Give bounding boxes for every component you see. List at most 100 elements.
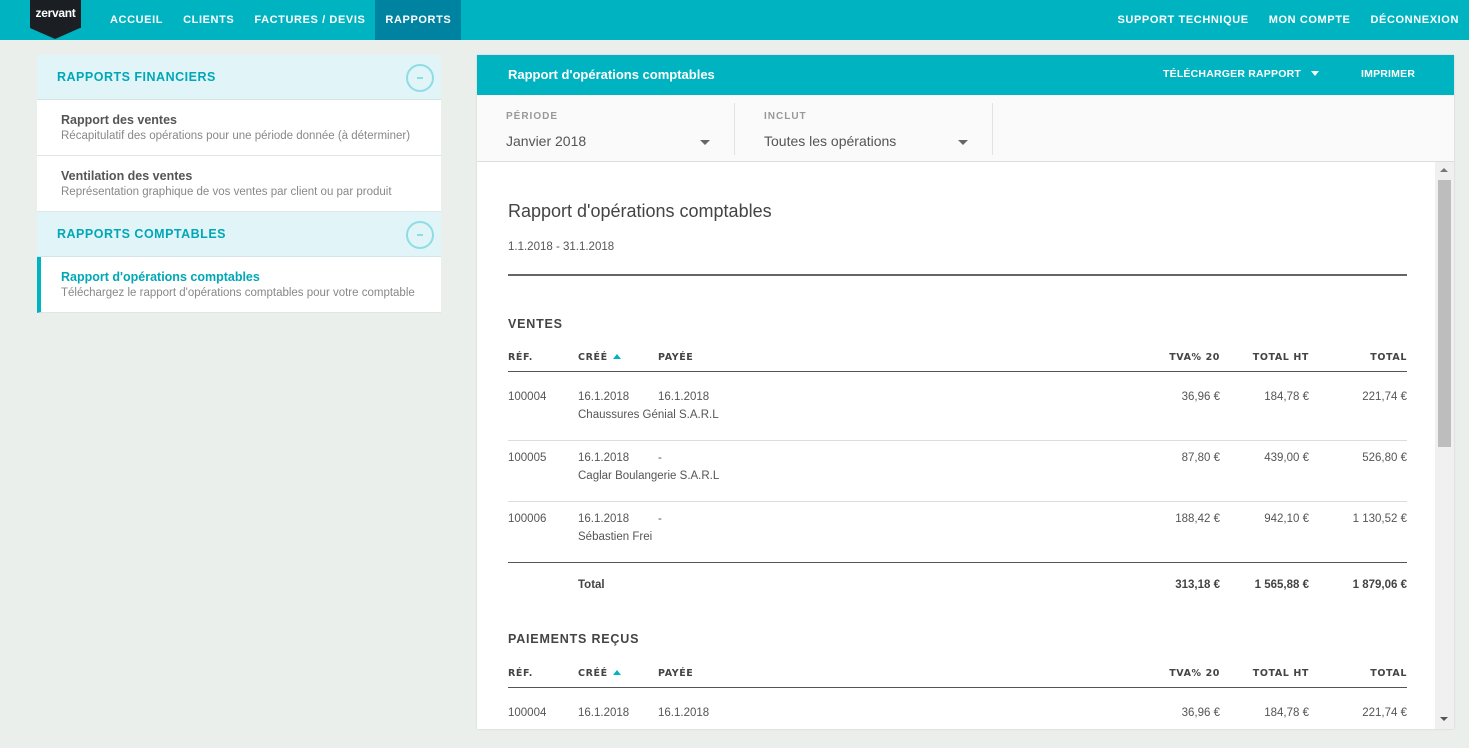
period-select[interactable]: PÉRIODE Janvier 2018 xyxy=(477,103,735,155)
cell-vat: 87,80 € xyxy=(1181,452,1220,464)
scrollbar-thumb[interactable] xyxy=(1438,180,1451,447)
sidebar-item-title: Ventilation des ventes xyxy=(61,169,193,183)
main-nav: ACCUEIL CLIENTS FACTURES / DEVIS RAPPORT… xyxy=(100,0,462,40)
sidebar-item-ventilation-ventes[interactable]: Ventilation des ventes Représentation gr… xyxy=(37,156,441,212)
col-created-label: CRÉÉ xyxy=(578,668,608,679)
sidebar-item-description: Récapitulatif des opérations pour une pé… xyxy=(61,130,411,142)
col-total-ht[interactable]: TOTAL HT xyxy=(1228,352,1309,363)
group-title: RAPPORTS COMPTABLES xyxy=(57,227,226,241)
cell-created: 16.1.2018 xyxy=(578,513,630,525)
sidebar-item-rapport-ventes[interactable]: Rapport des ventes Récapitulatif des opé… xyxy=(37,100,441,156)
period-label: PÉRIODE xyxy=(506,111,559,122)
cell-vat: 36,96 € xyxy=(1181,391,1220,403)
col-paid[interactable]: PAYÉE xyxy=(658,668,693,679)
header-rule xyxy=(508,371,1407,372)
period-value: Janvier 2018 xyxy=(506,133,587,149)
col-total[interactable]: TOTAL xyxy=(1318,352,1407,363)
sort-ascending-icon xyxy=(612,670,621,675)
sales-section-title: VENTES xyxy=(508,317,563,331)
sidebar-item-description: Téléchargez le rapport d'opérations comp… xyxy=(61,287,415,299)
nav-mon-compte[interactable]: MON COMPTE xyxy=(1249,0,1351,40)
scroll-down-arrow-icon[interactable] xyxy=(1440,717,1448,721)
includes-select[interactable]: INCLUT Toutes les opérations xyxy=(735,103,993,155)
top-navigation: zervant ACCUEIL CLIENTS FACTURES / DEVIS… xyxy=(0,0,1469,40)
cell-total: 221,74 € xyxy=(1362,391,1407,403)
cell-paid: 16.1.2018 xyxy=(658,707,710,719)
totals-rule xyxy=(508,562,1407,563)
sort-ascending-icon xyxy=(612,354,621,359)
minus-circle-icon[interactable] xyxy=(406,64,434,92)
nav-accueil[interactable]: ACCUEIL xyxy=(100,0,173,40)
nav-clients[interactable]: CLIENTS xyxy=(173,0,244,40)
report-title: Rapport d'opérations comptables xyxy=(508,201,772,221)
col-total-ht[interactable]: TOTAL HT xyxy=(1228,668,1309,679)
cell-client: Chaussures Génial S.A.R.L xyxy=(578,409,719,421)
report-date-range: 1.1.2018 - 31.1.2018 xyxy=(508,241,615,253)
group-title: RAPPORTS FINANCIERS xyxy=(57,70,216,84)
divider xyxy=(508,274,1407,276)
cell-ref: 100004 xyxy=(508,707,547,719)
account-nav: SUPPORT TECHNIQUE MON COMPTE DÉCONNEXION xyxy=(1098,0,1460,40)
col-created[interactable]: CRÉÉ xyxy=(578,352,621,363)
includes-value: Toutes les opérations xyxy=(764,133,897,149)
cell-total: 1 130,52 € xyxy=(1352,513,1407,525)
col-total[interactable]: TOTAL xyxy=(1318,668,1407,679)
filters-bar: PÉRIODE Janvier 2018 INCLUT Toutes les o… xyxy=(477,95,1454,162)
col-paid[interactable]: PAYÉE xyxy=(658,352,693,363)
cell-paid: 16.1.2018 xyxy=(658,391,710,403)
caret-down-icon xyxy=(958,140,968,145)
caret-down-icon xyxy=(700,140,710,145)
row-divider xyxy=(508,501,1407,502)
panel-title: Rapport d'opérations comptables xyxy=(508,67,715,82)
cell-ref: 100006 xyxy=(508,513,547,525)
payments-section-title: PAIEMENTS REÇUS xyxy=(508,632,640,646)
cell-ref: 100004 xyxy=(508,391,547,403)
caret-down-icon xyxy=(1310,71,1319,76)
minus-circle-icon[interactable] xyxy=(406,221,434,249)
total-vat: 313,18 € xyxy=(1175,579,1220,591)
includes-label: INCLUT xyxy=(764,111,807,122)
sidebar-item-operations-comptables[interactable]: Rapport d'opérations comptables Téléchar… xyxy=(37,257,441,313)
cell-created: 16.1.2018 xyxy=(578,391,630,403)
download-report-button[interactable]: TÉLÉCHARGER RAPPORT xyxy=(1163,68,1319,80)
col-ref[interactable]: RÉF. xyxy=(508,668,533,679)
nav-support[interactable]: SUPPORT TECHNIQUE xyxy=(1098,0,1249,40)
cell-paid: - xyxy=(658,513,662,525)
sidebar-item-description: Représentation graphique de vos ventes p… xyxy=(61,186,392,198)
cell-client: Sébastien Frei xyxy=(578,531,653,543)
print-button[interactable]: IMPRIMER xyxy=(1361,68,1415,80)
nav-rapports[interactable]: RAPPORTS xyxy=(375,0,462,40)
col-created[interactable]: CRÉÉ xyxy=(578,668,621,679)
download-label: TÉLÉCHARGER RAPPORT xyxy=(1163,68,1301,80)
sidebar-item-title: Rapport d'opérations comptables xyxy=(61,270,260,284)
report-scroll-area: Rapport d'opérations comptables 1.1.2018… xyxy=(477,162,1454,729)
cell-total: 526,80 € xyxy=(1362,452,1407,464)
cell-total: 221,74 € xyxy=(1362,707,1407,719)
row-divider xyxy=(508,440,1407,441)
cell-paid: - xyxy=(658,452,662,464)
cell-vat: 36,96 € xyxy=(1181,707,1220,719)
total-label: Total xyxy=(578,579,605,591)
group-header-financiers[interactable]: RAPPORTS FINANCIERS xyxy=(37,55,441,100)
col-vat[interactable]: TVA% 20 xyxy=(1148,668,1220,679)
col-ref[interactable]: RÉF. xyxy=(508,352,533,363)
cell-created: 16.1.2018 xyxy=(578,707,630,719)
reports-sidebar: RAPPORTS FINANCIERS Rapport des ventes R… xyxy=(37,55,441,313)
group-header-comptables[interactable]: RAPPORTS COMPTABLES xyxy=(37,212,441,257)
header-rule xyxy=(508,687,1407,688)
cell-created: 16.1.2018 xyxy=(578,452,630,464)
scroll-up-arrow-icon[interactable] xyxy=(1440,168,1448,172)
sidebar-item-title: Rapport des ventes xyxy=(61,113,178,127)
panel-header: Rapport d'opérations comptables TÉLÉCHAR… xyxy=(477,55,1454,95)
cell-client: Caglar Boulangerie S.A.R.L xyxy=(578,470,720,482)
nav-factures-devis[interactable]: FACTURES / DEVIS xyxy=(244,0,375,40)
logo-text: zervant xyxy=(35,6,76,20)
total-total: 1 879,06 € xyxy=(1352,579,1407,591)
zervant-logo[interactable]: zervant xyxy=(30,0,81,40)
col-vat[interactable]: TVA% 20 xyxy=(1148,352,1220,363)
report-scrollbar[interactable] xyxy=(1435,162,1454,729)
cell-ref: 100005 xyxy=(508,452,547,464)
nav-deconnexion[interactable]: DÉCONNEXION xyxy=(1351,0,1460,40)
cell-vat: 188,42 € xyxy=(1175,513,1220,525)
report-panel: Rapport d'opérations comptables TÉLÉCHAR… xyxy=(477,55,1454,729)
